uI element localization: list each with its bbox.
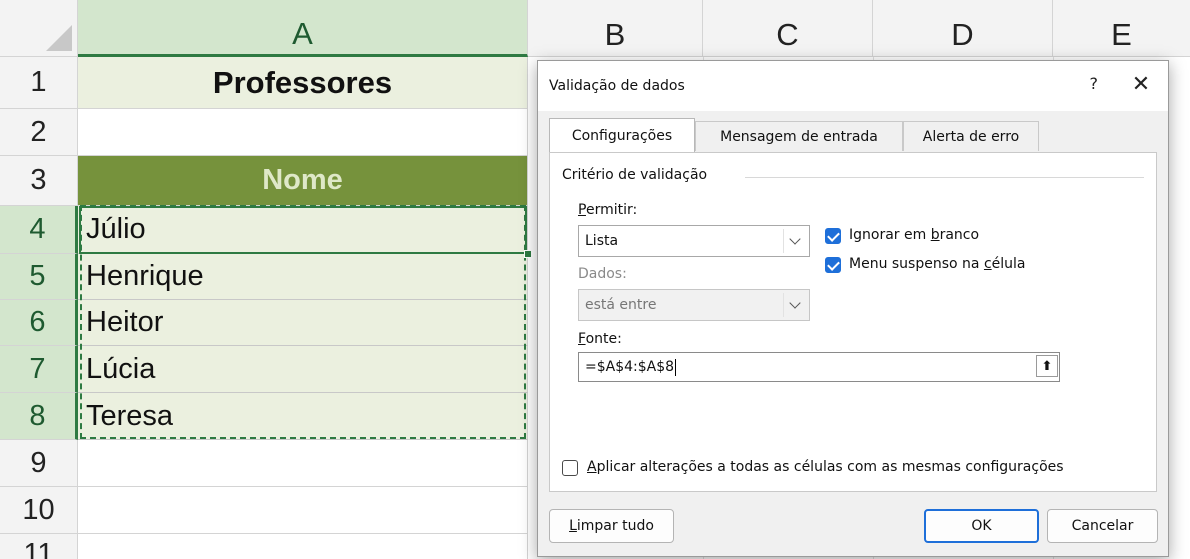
dialog-titlebar[interactable]: Validação de dados ? ✕ — [538, 61, 1168, 111]
name-cell[interactable]: Lúcia — [78, 346, 528, 393]
dialog-title: Validação de dados — [549, 78, 685, 94]
permitir-label: Permitir: — [578, 202, 637, 218]
select-all-corner[interactable] — [0, 0, 78, 57]
column-title-cell[interactable]: Nome — [78, 156, 528, 206]
name-cell[interactable]: Teresa — [78, 393, 528, 440]
permitir-select[interactable]: Lista — [578, 225, 810, 257]
dados-label: Dados: — [578, 266, 627, 282]
settings-panel: Critério de validação Permitir: Lista Ig… — [549, 152, 1157, 492]
name-cell[interactable]: Heitor — [78, 300, 528, 346]
name-cell[interactable]: Júlio — [78, 206, 528, 254]
apply-all-label[interactable]: Aplicar alterações a todas as células co… — [587, 459, 1064, 475]
close-icon[interactable]: ✕ — [1126, 69, 1156, 99]
title-cell[interactable]: Professores — [78, 57, 528, 109]
clear-all-button[interactable]: Limpar tudo — [549, 509, 674, 543]
ignorar-label[interactable]: Ignorar em branco — [849, 227, 979, 243]
column-header-d[interactable]: D — [873, 0, 1053, 57]
apply-all-checkbox[interactable] — [562, 460, 578, 476]
fill-handle[interactable] — [524, 250, 532, 258]
row-header-6[interactable]: 6 — [0, 300, 78, 346]
tab-configuracoes[interactable]: Configurações — [549, 118, 695, 152]
text-caret — [675, 358, 677, 376]
empty-cell[interactable] — [78, 440, 528, 487]
empty-cell[interactable] — [78, 487, 528, 534]
fonte-value: =$A$4:$A$8 — [585, 359, 675, 375]
menu-suspenso-checkbox[interactable] — [825, 257, 841, 273]
clear-label-accesskey: L — [569, 518, 577, 534]
name-cell[interactable]: Henrique — [78, 254, 528, 300]
fonte-label-accesskey: F — [578, 331, 586, 347]
ok-button[interactable]: OK — [924, 509, 1039, 543]
permitir-value: Lista — [585, 233, 619, 249]
select-all-triangle-icon — [46, 25, 72, 51]
chevron-down-icon — [783, 293, 806, 317]
fonte-input[interactable]: =$A$4:$A$8 — [578, 352, 1060, 382]
row-header-10[interactable]: 10 — [0, 487, 78, 534]
tab-alerta-de-erro[interactable]: Alerta de erro — [903, 121, 1039, 151]
ignorar-checkbox[interactable] — [825, 228, 841, 244]
apply-label-accesskey: A — [587, 459, 597, 475]
column-header-b[interactable]: B — [528, 0, 703, 57]
help-icon[interactable]: ? — [1090, 74, 1099, 93]
column-header-a[interactable]: A — [78, 0, 528, 57]
menu-label-text: Menu suspenso na — [849, 256, 984, 272]
row-header-1[interactable]: 1 — [0, 57, 78, 109]
collapse-dialog-icon[interactable]: ⬆ — [1036, 355, 1058, 377]
row-header-7[interactable]: 7 — [0, 346, 78, 393]
row-header-5[interactable]: 5 — [0, 254, 78, 300]
row-header-2[interactable]: 2 — [0, 109, 78, 156]
ignorar-label-accesskey: b — [930, 227, 940, 243]
column-header-c[interactable]: C — [703, 0, 873, 57]
row-header-3[interactable]: 3 — [0, 156, 78, 206]
menu-suspenso-label[interactable]: Menu suspenso na célula — [849, 256, 1026, 272]
column-header-e[interactable]: E — [1053, 0, 1190, 57]
ignorar-label-text-end: ranco — [939, 227, 980, 243]
ignorar-label-text: Ignorar em — [849, 227, 931, 243]
row-header-4[interactable]: 4 — [0, 206, 78, 254]
clear-label-text: impar tudo — [576, 518, 654, 534]
permitir-label-text: ermitir: — [585, 202, 638, 218]
apply-label-text: plicar alterações a todas as células com… — [596, 459, 1064, 475]
row-header-11[interactable]: 11 — [0, 534, 78, 559]
row-header-8[interactable]: 8 — [0, 393, 78, 440]
dados-select: está entre — [578, 289, 810, 321]
row-header-9[interactable]: 9 — [0, 440, 78, 487]
cancel-button[interactable]: Cancelar — [1047, 509, 1158, 543]
chevron-down-icon[interactable] — [783, 229, 806, 253]
tab-mensagem-de-entrada[interactable]: Mensagem de entrada — [695, 121, 903, 151]
group-divider — [745, 177, 1144, 178]
empty-cell[interactable] — [78, 109, 528, 156]
dados-value: está entre — [585, 297, 657, 313]
data-validation-dialog: Validação de dados ? ✕ Configurações Men… — [537, 60, 1169, 557]
group-label: Critério de validação — [562, 167, 714, 183]
permitir-label-accesskey: P — [578, 202, 586, 218]
fonte-label: Fonte: — [578, 331, 622, 347]
menu-label-text-end: élula — [991, 256, 1026, 272]
menu-label-accesskey: c — [983, 256, 992, 272]
fonte-label-text: onte: — [585, 331, 622, 347]
empty-cell[interactable] — [78, 534, 528, 559]
